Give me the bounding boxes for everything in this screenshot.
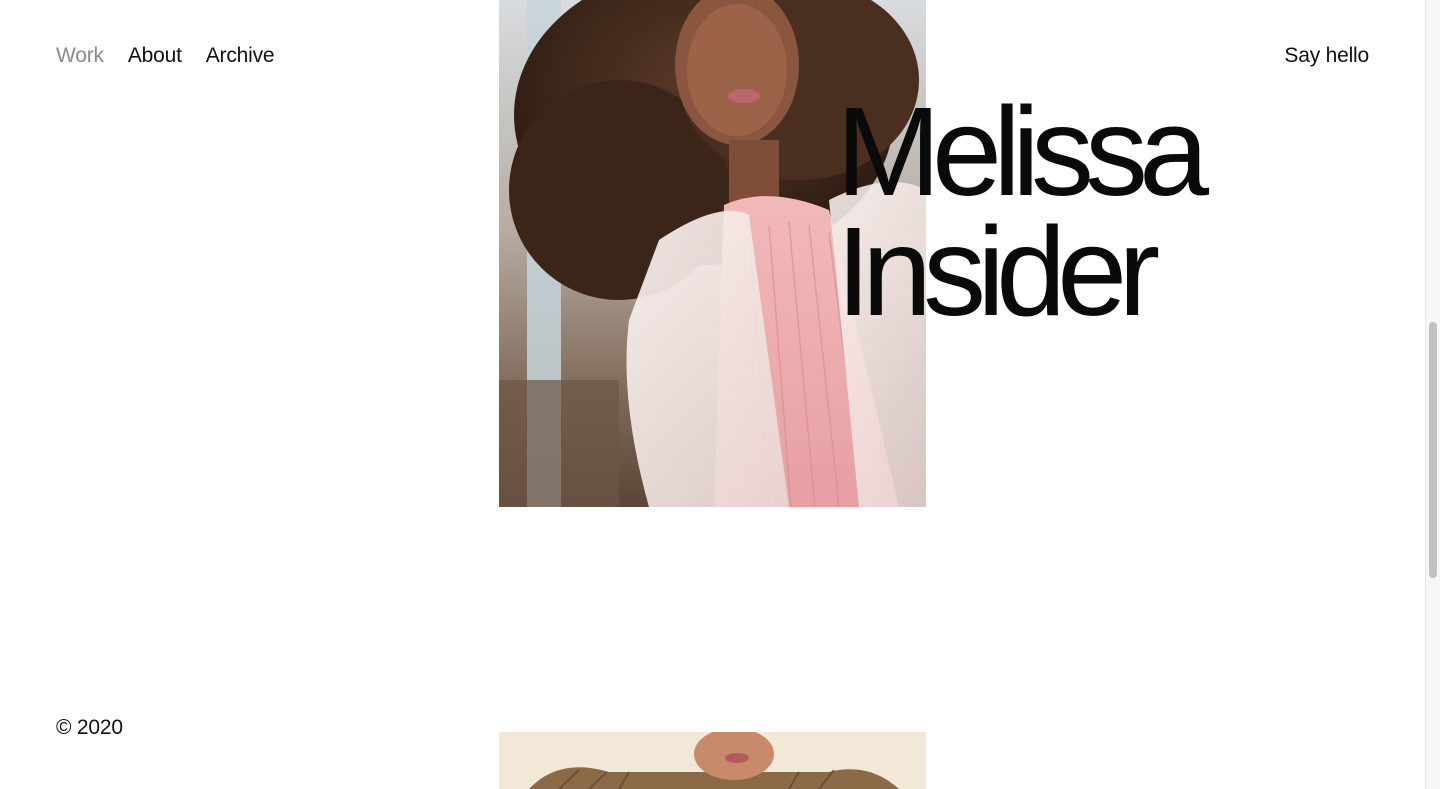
main-nav: Work About Archive xyxy=(56,44,275,68)
scrollbar-thumb[interactable] xyxy=(1429,322,1437,578)
say-hello-link[interactable]: Say hello xyxy=(1284,44,1369,68)
project-title[interactable]: Melissa Insider xyxy=(836,81,1209,342)
portfolio-page: Work About Archive Say hello Melissa Ins… xyxy=(0,0,1440,789)
project-photo-next[interactable] xyxy=(499,732,926,789)
project-title-line1: Melissa xyxy=(836,81,1209,222)
copyright-text: © 2020 xyxy=(56,716,123,739)
project-title-line2: Insider xyxy=(836,201,1160,342)
nav-link-archive[interactable]: Archive xyxy=(206,44,275,68)
project-photo-next-illustration xyxy=(499,732,926,789)
nav-link-about[interactable]: About xyxy=(128,44,182,68)
vertical-scrollbar[interactable] xyxy=(1425,0,1440,789)
nav-link-work[interactable]: Work xyxy=(56,44,104,68)
